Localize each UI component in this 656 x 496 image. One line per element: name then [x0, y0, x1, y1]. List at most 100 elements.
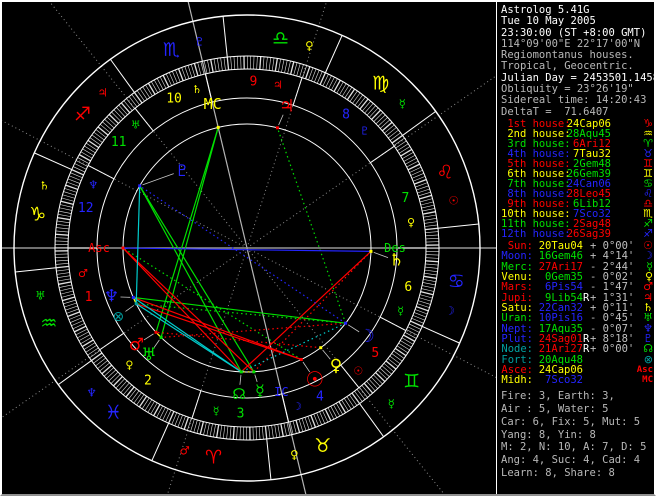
degree-tick — [226, 425, 229, 439]
planet-glyph-plut: ♇ — [175, 161, 189, 180]
degree-tick — [131, 94, 140, 106]
degree-tick — [375, 114, 386, 125]
degree-tick — [397, 143, 409, 152]
degree-tick — [99, 362, 110, 372]
sign-ruler-icon: ♀ — [290, 448, 298, 462]
degree-tick — [333, 79, 341, 92]
angle-label-asc: Asc — [88, 241, 110, 255]
angle-dot — [216, 125, 220, 129]
degree-tick — [133, 92, 143, 104]
degree-tick — [118, 380, 128, 391]
degree-tick — [419, 294, 433, 299]
degree-tick — [216, 58, 220, 72]
sign-boundary — [437, 223, 479, 229]
degree-tick — [63, 299, 76, 305]
degree-tick — [59, 287, 73, 292]
degree-tick — [101, 364, 113, 375]
house-number: 12 — [78, 201, 94, 216]
degree-tick — [190, 418, 195, 432]
zodiac-sign-icon: ♒ — [40, 313, 57, 335]
degree-tick — [113, 109, 124, 120]
degree-tick — [265, 57, 268, 71]
degree-tick — [391, 134, 403, 144]
degree-tick — [328, 76, 335, 89]
degree-tick — [106, 116, 117, 126]
degree-tick — [128, 96, 138, 107]
degree-tick — [424, 221, 438, 224]
sign-ruler-icon: ♅ — [35, 288, 45, 302]
degree-tick — [361, 385, 371, 396]
degree-tick — [255, 426, 258, 440]
degree-tick — [197, 62, 202, 76]
planet-dot — [239, 370, 243, 374]
sign-boundary — [266, 438, 272, 480]
sign-ruler-icon: ♇ — [195, 34, 205, 48]
house-ruler-icon: ♃ — [273, 78, 283, 91]
degree-tick — [418, 191, 431, 197]
degree-tick — [203, 422, 207, 436]
degree-tick — [336, 81, 344, 94]
degree-tick — [398, 342, 410, 351]
degree-tick — [65, 305, 78, 311]
degree-tick — [85, 344, 97, 353]
degree-tick — [356, 389, 366, 400]
degree-tick — [258, 426, 261, 440]
degree-tick — [386, 127, 397, 136]
glyph-connector — [239, 374, 242, 385]
degree-tick — [352, 92, 361, 104]
degree-tick — [295, 419, 301, 433]
degree-tick — [421, 204, 435, 209]
degree-tick — [325, 75, 332, 88]
sign-boundary — [15, 267, 57, 273]
planet-dot — [369, 249, 373, 253]
house-ruler-icon: ☿ — [397, 304, 404, 317]
degree-tick — [375, 372, 386, 383]
planet-dot — [138, 184, 142, 188]
degree-tick — [213, 58, 217, 72]
degree-tick — [277, 424, 281, 438]
degree-tick — [118, 104, 128, 115]
planet-row: Midh: 7Sco32 MC — [501, 374, 653, 387]
sign-ruler-icon: ♀ — [305, 38, 313, 52]
planet-glyph-venu: ♀ — [330, 356, 342, 376]
degree-tick — [58, 281, 72, 285]
degree-tick — [423, 275, 437, 280]
degree-tick — [126, 98, 135, 109]
degree-tick — [153, 404, 161, 417]
degree-tick — [136, 394, 145, 406]
house-number: 4 — [316, 390, 324, 405]
degree-tick — [151, 81, 159, 93]
house-separator — [99, 332, 124, 351]
stats-line: Air : 5, Water: 5 — [501, 402, 609, 415]
aspect-line-squ — [155, 331, 321, 349]
stats-line: Fire: 3, Earth: 3, — [501, 390, 615, 402]
sign-boundary — [359, 403, 385, 438]
degree-tick — [95, 129, 107, 138]
stats-line: Ang: 4, Suc: 4, Cad: 4 — [501, 454, 641, 467]
stats-line: Yang: 8, Yin: 8 — [501, 428, 596, 441]
sign-ruler-icon: ♆ — [87, 385, 97, 399]
degree-tick — [153, 79, 161, 92]
degree-tick — [229, 426, 232, 440]
degree-tick — [284, 60, 288, 74]
degree-tick — [81, 339, 94, 348]
glyph-connector — [125, 305, 135, 312]
zodiac-sign-icon: ♊ — [403, 371, 420, 393]
info-panel: Astrolog 5.41G Tue 10 May 2005 23:30:00 (S… — [496, 2, 654, 494]
degree-tick — [130, 390, 140, 402]
degree-tick — [422, 282, 436, 286]
stats-line: M: 2, N: 10, A: 7, D: 5 — [501, 441, 647, 454]
degree-tick — [187, 65, 193, 78]
planet-dot — [319, 346, 323, 350]
house-ruler-icon: ♇ — [360, 124, 370, 137]
degree-tick — [383, 363, 395, 372]
degree-tick — [425, 237, 439, 240]
degree-tick — [125, 386, 135, 398]
planet-glyph-merc: ☿ — [255, 381, 265, 400]
houses-list: 1st house: 24Cap06 ♑ 2nd house: 28Aqu45 ♒ 3r… — [501, 118, 653, 239]
degree-tick — [346, 396, 355, 408]
degree-tick — [61, 197, 75, 202]
degree-tick — [111, 111, 121, 122]
degree-tick — [341, 399, 349, 412]
degree-tick — [278, 58, 281, 72]
